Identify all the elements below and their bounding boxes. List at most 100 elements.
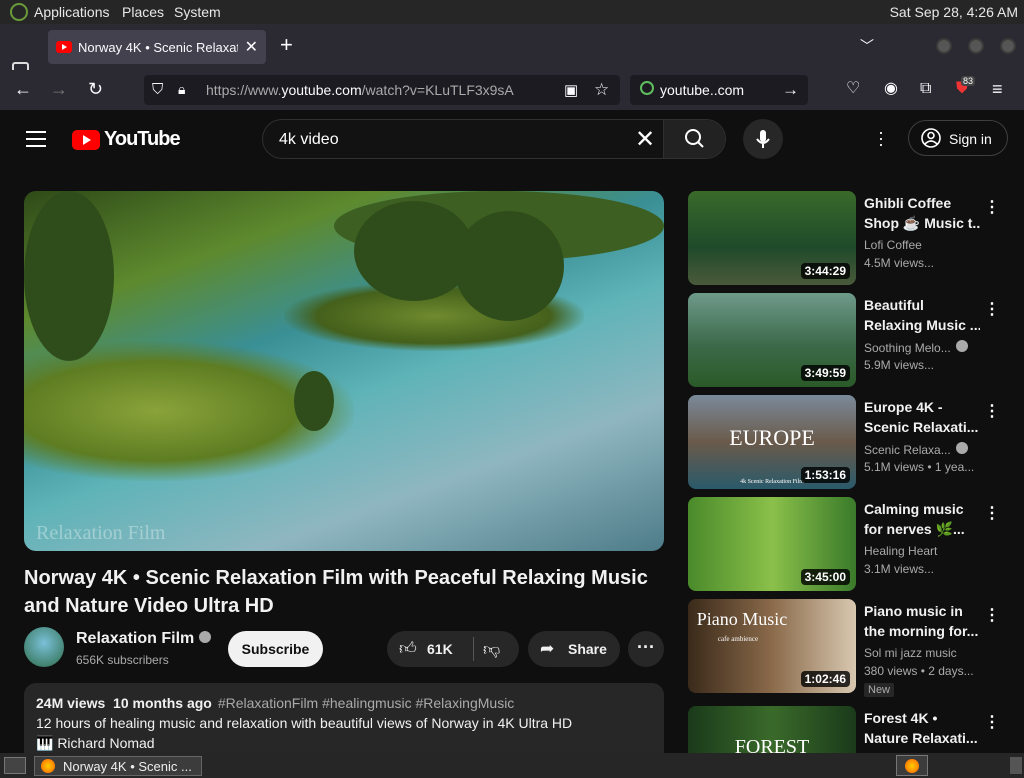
verified-badge-icon: [955, 340, 968, 352]
recommendation-title[interactable]: for nerves 🌿...: [864, 519, 980, 539]
reader-view-icon[interactable]: ▣: [564, 81, 578, 99]
tab-close-icon[interactable]: ✕: [245, 37, 258, 57]
new-badge: New: [864, 683, 895, 697]
microphone-icon: [756, 130, 770, 148]
recommendation-channel[interactable]: Sol mi jazz music: [864, 646, 984, 660]
settings-kebab-icon[interactable]: · · ·: [878, 123, 884, 153]
new-tab-icon[interactable]: +: [280, 32, 293, 58]
extensions-puzzle-icon[interactable]: ⧉: [920, 80, 931, 98]
back-arrow-icon[interactable]: ←: [14, 80, 32, 98]
like-count[interactable]: 61K: [427, 641, 453, 657]
recommendation-thumbnail[interactable]: Piano Music cafe ambience 1:02:46: [688, 599, 856, 693]
shield-icon[interactable]: ⛉: [152, 81, 163, 98]
recommendation-item[interactable]: FOREST Forest 4K • Nature Relaxati... ⋮: [688, 706, 1024, 753]
recommendation-channel[interactable]: Soothing Melo...: [864, 340, 984, 355]
clear-search-icon[interactable]: ✕: [635, 125, 655, 154]
recommendation-menu-icon[interactable]: ⋮: [984, 503, 1000, 523]
description-box[interactable]: 24M views 10 months ago #RelaxationFilm #…: [24, 683, 664, 763]
more-actions-button[interactable]: ···: [628, 631, 664, 667]
recommendation-menu-icon[interactable]: ⋮: [984, 197, 1000, 217]
distro-logo-icon[interactable]: [10, 3, 28, 21]
recommendation-title[interactable]: Scenic Relaxati...: [864, 417, 980, 437]
window-minimize-button[interactable]: [936, 38, 952, 54]
recommendation-channel[interactable]: Healing Heart: [864, 544, 984, 558]
video-player[interactable]: Relaxation Film: [24, 191, 664, 551]
window-close-button[interactable]: [1000, 38, 1016, 54]
subscriber-count: 656K subscribers: [76, 653, 169, 667]
recommendation-thumbnail[interactable]: 3:45:00: [688, 497, 856, 591]
recommendation-thumbnail[interactable]: 3:44:29: [688, 191, 856, 285]
recommendation-item[interactable]: 3:44:29 Ghibli Coffee Shop ☕ Music t... …: [688, 191, 1024, 287]
show-desktop-icon[interactable]: [4, 757, 26, 774]
recommendation-title[interactable]: Forest 4K •: [864, 708, 980, 728]
like-dislike-group: 👍︎ 61K 👎︎: [387, 631, 519, 667]
recommendation-title[interactable]: Shop ☕ Music t...: [864, 213, 980, 233]
description-tags[interactable]: #RelaxationFilm #healingmusic #RelaxingM…: [218, 695, 514, 711]
recommendation-title[interactable]: Piano music in: [864, 601, 980, 621]
lock-icon[interactable]: 🔒︎: [178, 81, 185, 98]
recommendation-menu-icon[interactable]: ⋮: [984, 401, 1000, 421]
recommendation-item[interactable]: 3:49:59 Beautiful Relaxing Music ... Soo…: [688, 293, 1024, 389]
recommendation-channel[interactable]: Scenic Relaxa...: [864, 442, 984, 457]
recommendation-views: 3.1M views...: [864, 562, 935, 576]
thumbs-up-icon[interactable]: 👍︎: [399, 638, 417, 659]
recommendation-thumbnail[interactable]: 3:49:59: [688, 293, 856, 387]
recommendation-channel[interactable]: Lofi Coffee: [864, 238, 984, 252]
menu-applications[interactable]: Applications: [34, 4, 110, 20]
channel-name[interactable]: Relaxation Film: [76, 630, 212, 648]
recommendation-thumbnail[interactable]: EUROPE 4k Scenic Relaxation Film 1:53:16: [688, 395, 856, 489]
account-icon[interactable]: ◉: [884, 80, 898, 98]
recommendation-item[interactable]: 3:45:00 Calming music for nerves 🌿... He…: [688, 497, 1024, 593]
recommendation-title[interactable]: Relaxing Music ...: [864, 315, 980, 335]
url-bar[interactable]: ⛉ 🔒︎ https://www.youtube.com/watch?v=KLu…: [144, 75, 620, 105]
bookmark-star-icon[interactable]: ☆: [594, 80, 609, 100]
recommendation-item[interactable]: EUROPE 4k Scenic Relaxation Film 1:53:16…: [688, 395, 1024, 491]
search-button[interactable]: [663, 120, 725, 158]
search-box[interactable]: 4k video ✕: [262, 119, 726, 159]
recommendation-menu-icon[interactable]: ⋮: [984, 712, 1000, 732]
recommendation-views: 380 views • 2 days...: [864, 664, 974, 678]
go-arrow-icon[interactable]: →: [782, 80, 799, 100]
recommendation-title[interactable]: Europe 4K -: [864, 397, 980, 417]
thumbs-down-icon[interactable]: 👎︎: [483, 639, 500, 660]
description-meta: 24M views 10 months ago #RelaxationFilm #…: [36, 695, 515, 711]
recommendation-menu-icon[interactable]: ⋮: [984, 299, 1000, 319]
share-button[interactable]: ➦ Share: [528, 631, 620, 667]
browser-tab-active[interactable]: Norway 4K • Scenic Relaxati ✕: [48, 30, 266, 64]
search-input[interactable]: 4k video: [279, 131, 339, 149]
search-engine-bar[interactable]: youtube..com →: [630, 75, 808, 105]
url-text[interactable]: https://www.youtube.com/watch?v=KLuTLF3x…: [206, 82, 514, 98]
recommendation-title[interactable]: the morning for...: [864, 621, 980, 641]
search-icon: [685, 129, 704, 148]
search-engine-text[interactable]: youtube..com: [660, 82, 744, 98]
hamburger-menu-icon[interactable]: ≡: [992, 80, 1003, 98]
reload-icon[interactable]: ↻: [88, 80, 103, 98]
menu-system[interactable]: System: [174, 4, 221, 20]
tray-firefox-button[interactable]: [896, 755, 928, 776]
channel-avatar[interactable]: [24, 627, 64, 667]
recommendation-title[interactable]: Ghibli Coffee: [864, 193, 980, 213]
recommendation-menu-icon[interactable]: ⋮: [984, 605, 1000, 625]
sign-in-button[interactable]: Sign in: [908, 120, 1008, 156]
recommendation-title[interactable]: Calming music: [864, 499, 980, 519]
browser-tab-bar: Norway 4K • Scenic Relaxati ✕ + ﹀: [0, 24, 1024, 77]
recommendation-title[interactable]: Nature Relaxati...: [864, 728, 980, 748]
pocket-icon[interactable]: ♡: [846, 80, 860, 98]
subscribe-button[interactable]: Subscribe: [228, 631, 323, 667]
menu-places[interactable]: Places: [122, 4, 164, 20]
list-all-tabs-chevron-icon[interactable]: ﹀: [860, 36, 874, 56]
window-maximize-button[interactable]: [968, 38, 984, 54]
thumbnail-label: FOREST: [734, 736, 810, 753]
system-clock[interactable]: Sat Sep 28, 4:26 AM: [890, 4, 1018, 20]
recommendation-item[interactable]: Piano Music cafe ambience 1:02:46 Piano …: [688, 599, 1024, 697]
guide-menu-icon[interactable]: [26, 131, 46, 152]
forward-arrow-icon[interactable]: →: [50, 80, 68, 98]
workspace-switcher[interactable]: [1010, 757, 1022, 774]
recommendation-title[interactable]: Beautiful: [864, 295, 980, 315]
firefox-icon: [41, 759, 55, 773]
description-line: 12 hours of healing music and relaxation…: [36, 715, 573, 731]
taskbar-window-button[interactable]: Norway 4K • Scenic ...: [34, 756, 202, 776]
voice-search-button[interactable]: [743, 119, 783, 159]
video-frame-tree: [454, 211, 564, 321]
recommendation-thumbnail[interactable]: FOREST: [688, 706, 856, 753]
